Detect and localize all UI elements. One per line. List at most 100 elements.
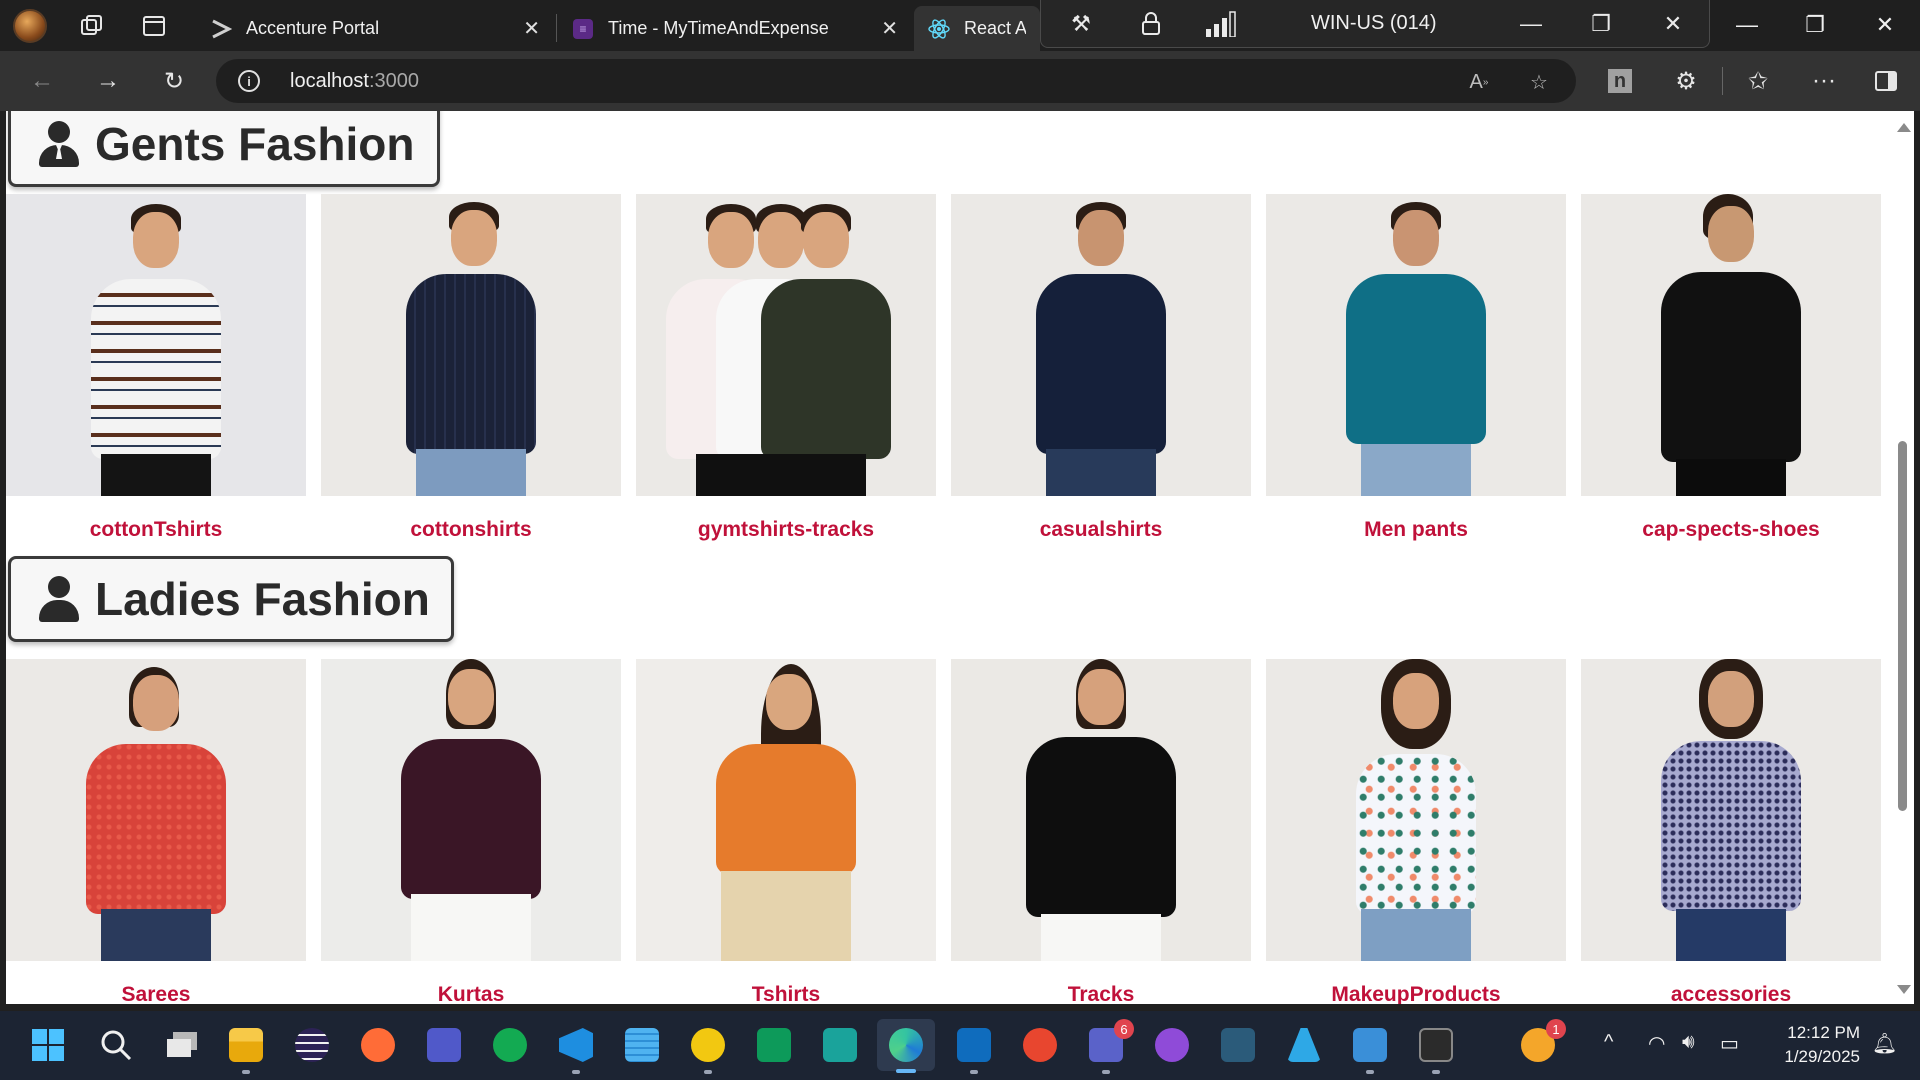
outlook-icon[interactable] (954, 1025, 994, 1074)
vscode-icon[interactable] (556, 1025, 596, 1074)
teams-icon[interactable] (424, 1025, 464, 1065)
scroll-down-arrow[interactable] (1897, 985, 1911, 994)
url-text[interactable]: localhost:3000 (290, 70, 419, 93)
favorites-icon[interactable]: ✩ (1740, 63, 1776, 99)
github-icon[interactable] (1152, 1025, 1192, 1065)
product-image[interactable] (636, 194, 936, 496)
product-image[interactable] (1581, 194, 1881, 496)
site-info-icon[interactable]: i (238, 70, 260, 92)
close-tab-icon[interactable]: ✕ (881, 16, 898, 41)
extensions-puzzle-icon[interactable]: ⚙ (1668, 63, 1704, 99)
product-card[interactable]: accessories (1581, 659, 1881, 1004)
product-card[interactable]: cottonTshirts (6, 194, 306, 542)
weather-icon[interactable]: 1 (1518, 1019, 1566, 1065)
product-image[interactable] (1266, 194, 1566, 496)
product-card[interactable]: gymtshirts-tracks (636, 194, 936, 542)
norton-check-icon[interactable] (688, 1025, 728, 1074)
category-link[interactable]: MakeupProducts (1266, 983, 1566, 1004)
tab-accenture-portal[interactable]: Accenture Portal ✕ (196, 6, 552, 51)
product-image[interactable] (636, 659, 936, 961)
product-card[interactable]: Tshirts (636, 659, 936, 1004)
sidebar-toggle-icon[interactable] (1868, 63, 1904, 99)
product-card[interactable]: cap-spects-shoes (1581, 194, 1881, 542)
product-card[interactable]: Kurtas (321, 659, 621, 1004)
vpn-client-icon[interactable] (1350, 1025, 1390, 1074)
tab-react-app[interactable]: React App (914, 6, 1040, 51)
eclipse-icon[interactable] (292, 1025, 332, 1065)
close-session-icon[interactable]: ✕ (1653, 8, 1693, 40)
edge-browser-icon[interactable] (877, 1019, 935, 1073)
remote-app-icon[interactable] (820, 1025, 860, 1065)
address-bar[interactable]: i localhost:3000 A» ☆ (216, 59, 1576, 103)
windows-start-icon[interactable] (28, 1025, 68, 1065)
file-explorer-icon[interactable] (226, 1025, 266, 1074)
refresh-button[interactable]: ↻ (156, 63, 192, 99)
show-hidden-icons-chevron[interactable]: ^ (1604, 1031, 1613, 1054)
favorite-star-icon[interactable]: ☆ (1526, 69, 1552, 95)
notifications-icon[interactable]: 🔔︎ (1872, 1031, 1897, 1056)
category-link[interactable]: Tshirts (636, 983, 936, 1004)
minimize-session-icon[interactable]: — (1511, 8, 1551, 40)
mysql-workbench-icon[interactable] (1218, 1025, 1258, 1065)
scrollbar-thumb[interactable] (1898, 441, 1907, 811)
category-link[interactable]: Tracks (951, 983, 1251, 1004)
volume-icon[interactable]: 🔊︎ (1682, 1031, 1695, 1054)
product-card[interactable]: cottonshirts (321, 194, 621, 542)
product-image[interactable] (6, 194, 306, 496)
product-image[interactable] (321, 659, 621, 961)
ladies-section-header: Ladies Fashion (8, 556, 454, 642)
system-clock[interactable]: 12:12 PM 1/29/2025 (1768, 1021, 1860, 1069)
category-link[interactable]: cottonTshirts (6, 518, 306, 542)
category-link[interactable]: casualshirts (951, 518, 1251, 542)
product-card[interactable]: Men pants (1266, 194, 1566, 542)
product-image[interactable] (1581, 659, 1881, 961)
forward-button[interactable]: → (90, 63, 126, 99)
category-link[interactable]: cap-spects-shoes (1581, 518, 1881, 542)
lock-icon[interactable] (1133, 8, 1169, 40)
mongodb-compass-icon[interactable] (490, 1025, 530, 1065)
profile-avatar[interactable] (12, 8, 48, 44)
product-image[interactable] (1266, 659, 1566, 961)
category-link[interactable]: Sarees (6, 983, 306, 1004)
product-card[interactable]: MakeupProducts (1266, 659, 1566, 1004)
battery-icon[interactable]: ▭ (1720, 1031, 1739, 1056)
postman-icon[interactable] (358, 1025, 398, 1065)
read-aloud-icon[interactable]: A» (1466, 69, 1492, 95)
category-link[interactable]: accessories (1581, 983, 1881, 1004)
category-link[interactable]: Men pants (1266, 518, 1566, 542)
close-window-icon[interactable]: ✕ (1862, 8, 1908, 42)
product-card[interactable]: Tracks (951, 659, 1251, 1004)
minimize-window-icon[interactable]: — (1724, 8, 1770, 42)
restore-session-icon[interactable]: ❐ (1581, 8, 1621, 40)
category-link[interactable]: gymtshirts-tracks (636, 518, 936, 542)
product-image[interactable] (321, 194, 621, 496)
product-card[interactable]: Sarees (6, 659, 306, 1004)
product-card[interactable]: casualshirts (951, 194, 1251, 542)
page-scrollbar[interactable] (1892, 111, 1914, 1004)
search-icon[interactable] (96, 1025, 136, 1065)
tab-actions-icon[interactable] (136, 8, 172, 44)
pin-icon[interactable]: ⚒ (1063, 8, 1099, 40)
azure-icon[interactable] (1284, 1025, 1324, 1065)
skype-icon[interactable] (754, 1025, 794, 1065)
notepad-icon[interactable] (622, 1025, 662, 1065)
wifi-icon[interactable]: ◠ (1648, 1031, 1665, 1056)
teams-classic-icon[interactable]: 6 (1086, 1019, 1134, 1074)
close-tab-icon[interactable]: ✕ (523, 16, 540, 41)
git-icon[interactable] (1020, 1025, 1060, 1065)
workspaces-icon[interactable] (74, 8, 110, 44)
product-image[interactable] (6, 659, 306, 961)
category-link[interactable]: Kurtas (321, 983, 621, 1004)
signal-strength-icon[interactable] (1201, 8, 1241, 40)
product-image[interactable] (951, 659, 1251, 961)
more-menu-icon[interactable]: ··· (1806, 63, 1842, 99)
task-view-icon[interactable] (162, 1025, 202, 1065)
terminal-icon[interactable] (1416, 1025, 1456, 1074)
product-image[interactable] (951, 194, 1251, 496)
tab-time-expenses[interactable]: ≡ Time - MyTimeAndExpenses v7.0... ✕ (558, 6, 910, 51)
scroll-up-arrow[interactable] (1897, 123, 1911, 132)
restore-window-icon[interactable]: ❐ (1792, 8, 1838, 42)
back-button[interactable]: ← (24, 63, 60, 99)
extension-n-icon[interactable]: n (1602, 63, 1638, 99)
category-link[interactable]: cottonshirts (321, 518, 621, 542)
